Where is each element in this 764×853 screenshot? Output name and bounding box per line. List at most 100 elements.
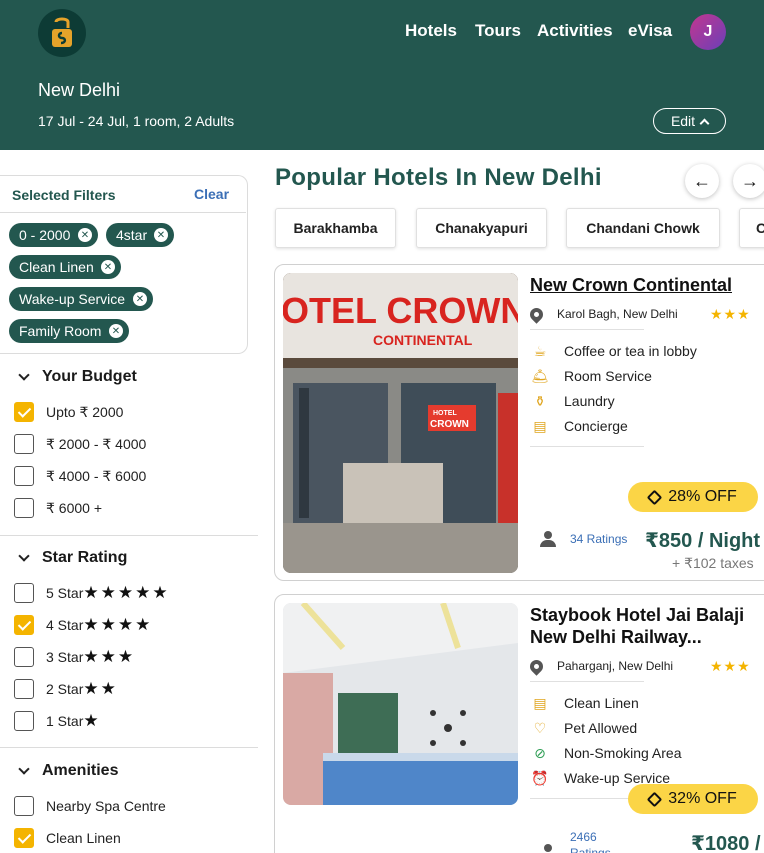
remove-chip-icon[interactable]: ✕ xyxy=(133,292,147,306)
remove-chip-icon[interactable]: ✕ xyxy=(109,324,123,338)
checkbox[interactable] xyxy=(14,498,34,518)
budget-option[interactable]: ₹ 6000 + xyxy=(14,498,102,518)
ratings-link[interactable]: 34 Ratings xyxy=(538,531,627,547)
checkbox[interactable] xyxy=(14,583,34,603)
arrow-right-icon: → xyxy=(741,170,759,191)
checkbox-checked[interactable] xyxy=(14,828,34,848)
chevron-down-icon xyxy=(18,763,30,775)
star-option[interactable]: 3 Star ★★★ xyxy=(14,647,135,667)
hotel-card[interactable]: Staybook Hotel Jai Balaji New Delhi Rail… xyxy=(274,594,764,853)
hotel-name-link[interactable]: New Crown Continental xyxy=(530,274,760,296)
checkbox[interactable] xyxy=(14,796,34,816)
star-option[interactable]: 5 Star ★★★★★ xyxy=(14,583,170,603)
hotel-card[interactable]: OTEL CROWN CONTINENTAL HOTEL CROWN New C… xyxy=(274,264,764,581)
checkbox[interactable] xyxy=(14,466,34,486)
locality-tab[interactable]: Chanakyapuri xyxy=(416,208,547,248)
amenity-label: Room Service xyxy=(564,368,652,384)
budget-option-label: Upto ₹ 2000 xyxy=(46,403,124,420)
tag-icon xyxy=(646,791,663,807)
star-option[interactable]: 1 Star ★ xyxy=(14,711,101,731)
hotel-amenity: ▤ Concierge xyxy=(530,417,628,435)
amenity-option-label: Nearby Spa Centre xyxy=(46,798,166,814)
search-city: New Delhi xyxy=(38,80,121,100)
star-rating-section-toggle[interactable]: Star Rating xyxy=(18,549,127,567)
card-divider xyxy=(530,329,644,330)
budget-option[interactable]: ₹ 4000 - ₹ 6000 xyxy=(14,466,146,486)
budget-section-toggle[interactable]: Your Budget xyxy=(18,368,137,386)
star-option[interactable]: 4 Star ★★★★ xyxy=(14,615,152,635)
filter-chip-label: Wake-up Service xyxy=(19,291,126,307)
selected-filters-title: Selected Filters xyxy=(12,187,116,203)
sign-small: HOTEL xyxy=(433,410,457,417)
filter-chip[interactable]: Family Room ✕ xyxy=(9,319,129,343)
scroll-right-button[interactable]: → xyxy=(733,164,764,198)
scroll-left-button[interactable]: ← xyxy=(685,164,719,198)
pet-icon: ♡ xyxy=(533,719,547,736)
star-option[interactable]: 2 Star ★★ xyxy=(14,679,118,699)
nav-evisa[interactable]: eVisa xyxy=(628,21,672,43)
checkbox-checked[interactable] xyxy=(14,402,34,422)
remove-chip-icon[interactable]: ✕ xyxy=(101,260,115,274)
locality-tab[interactable]: Chandani Chowk xyxy=(566,208,720,248)
edit-search-button[interactable]: Edit xyxy=(653,108,726,134)
budget-option[interactable]: ₹ 2000 - ₹ 4000 xyxy=(14,434,146,454)
ratings-count: 34 Ratings xyxy=(570,532,628,546)
coffee-cup-icon: ☕ xyxy=(533,342,547,359)
hotel-amenity: 🛎 Room Service xyxy=(530,367,652,385)
no-smoking-icon: ⊘ xyxy=(534,744,546,761)
amenity-option-label: Clean Linen xyxy=(46,830,121,846)
budget-option[interactable]: Upto ₹ 2000 xyxy=(14,402,123,422)
amenity-label: Pet Allowed xyxy=(564,720,638,736)
concierge-icon: ▤ xyxy=(533,417,547,434)
locality-tab[interactable]: C xyxy=(739,208,764,248)
star-icons: ★ xyxy=(83,711,101,730)
ratings-link[interactable]: 2466 Ratings xyxy=(538,829,618,853)
top-header: Hotels Tours Activities eVisa J New Delh… xyxy=(0,0,764,150)
filter-chip[interactable]: Wake-up Service ✕ xyxy=(9,287,153,311)
filter-chip[interactable]: Clean Linen ✕ xyxy=(9,255,121,279)
filters-divider xyxy=(0,212,246,213)
star-icons: ★★★★ xyxy=(83,615,153,634)
user-avatar[interactable]: J xyxy=(690,14,726,50)
alarm-clock-icon: ⏰ xyxy=(531,769,549,786)
remove-chip-icon[interactable]: ✕ xyxy=(78,228,92,242)
clear-filters-button[interactable]: Clear xyxy=(194,186,229,202)
checkbox-checked[interactable] xyxy=(14,615,34,635)
card-divider xyxy=(530,798,644,799)
budget-option-label: ₹ 4000 - ₹ 6000 xyxy=(46,467,147,484)
amenity-label: Concierge xyxy=(564,418,628,434)
checkbox[interactable] xyxy=(14,711,34,731)
laundry-icon: ⚱ xyxy=(534,392,546,409)
amenity-option[interactable]: Nearby Spa Centre xyxy=(14,796,166,816)
hotel-location-text: Paharganj, New Delhi xyxy=(557,659,674,673)
budget-option-label: ₹ 6000 + xyxy=(46,499,103,516)
filter-chip[interactable]: 4star ✕ xyxy=(106,223,174,247)
chevron-up-icon xyxy=(699,118,710,128)
hotel-photo[interactable]: OTEL CROWN CONTINENTAL HOTEL CROWN xyxy=(283,273,518,573)
discount-label: 32% OFF xyxy=(668,790,737,807)
hotel-name-link[interactable]: Staybook Hotel Jai Balaji New Delhi Rail… xyxy=(530,604,764,648)
amenity-label: Non-Smoking Area xyxy=(564,745,682,761)
ratings-count: 2466 Ratings xyxy=(570,830,611,853)
sign-small-name: CROWN xyxy=(430,419,469,430)
nav-tours[interactable]: Tours xyxy=(475,21,521,43)
hotel-price: ₹850 / Night xyxy=(645,530,761,552)
remove-chip-icon[interactable]: ✕ xyxy=(154,228,168,242)
amenity-option[interactable]: Clean Linen xyxy=(14,828,121,848)
sign-subtext: CONTINENTAL xyxy=(373,332,473,348)
star-option-label: 1 Star xyxy=(46,713,84,729)
locality-tab[interactable]: Barakhamba xyxy=(275,208,396,248)
brand-logo[interactable] xyxy=(38,9,86,57)
selected-filters-panel: Selected Filters Clear 0 - 2000 ✕ 4star … xyxy=(0,175,248,354)
checkbox[interactable] xyxy=(14,434,34,454)
amenities-section-toggle[interactable]: Amenities xyxy=(18,762,119,780)
checkbox[interactable] xyxy=(14,647,34,667)
nav-activities[interactable]: Activities xyxy=(537,21,613,43)
filter-chip-label: Family Room xyxy=(19,323,102,339)
hotel-photo[interactable] xyxy=(283,603,518,805)
amenities-title: Amenities xyxy=(42,762,119,779)
filter-chip[interactable]: 0 - 2000 ✕ xyxy=(9,223,98,247)
checkbox[interactable] xyxy=(14,679,34,699)
nav-hotels[interactable]: Hotels xyxy=(405,21,457,43)
star-option-label: 4 Star xyxy=(46,617,84,633)
